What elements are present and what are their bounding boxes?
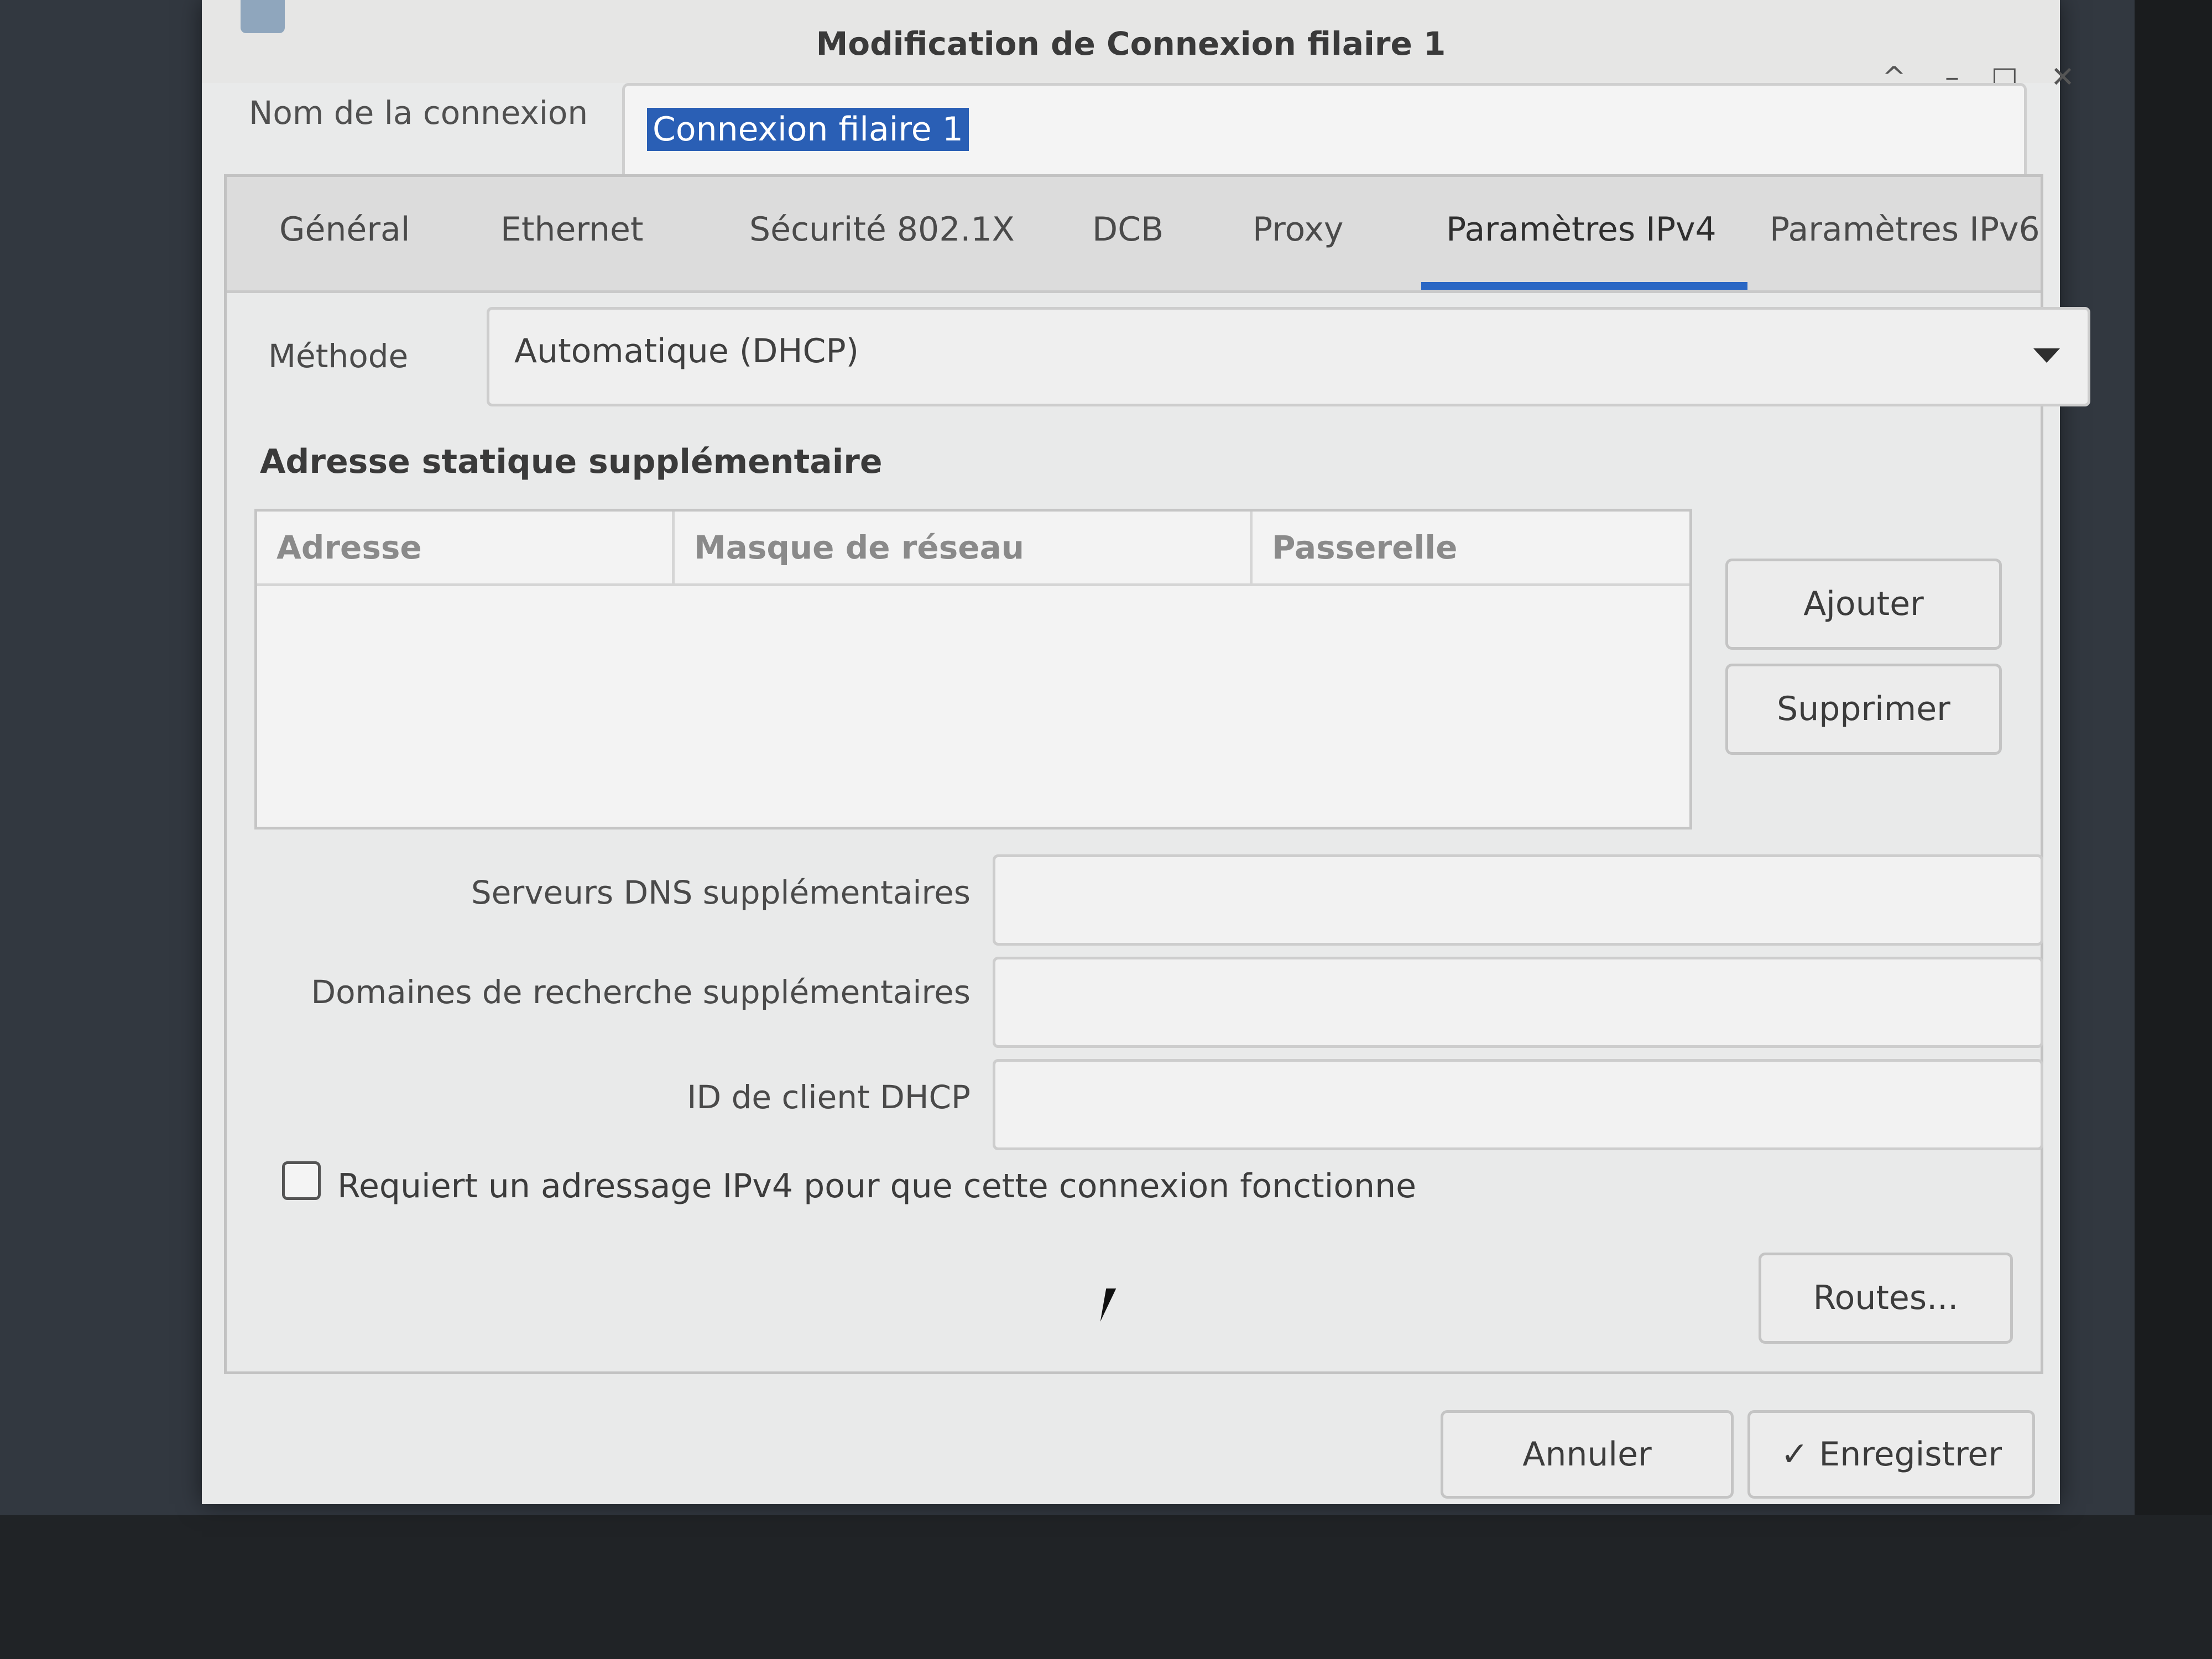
tab-bar: Général Ethernet Sécurité 802.1X DCB Pro… <box>227 177 2041 293</box>
require-ipv4-checkbox[interactable] <box>282 1161 321 1200</box>
static-address-title: Adresse statique supplémentaire <box>260 442 883 481</box>
tabs-panel: Général Ethernet Sécurité 802.1X DCB Pro… <box>224 174 2090 1374</box>
cancel-button[interactable]: Annuler <box>1441 1410 1734 1499</box>
static-address-table[interactable]: Adresse Masque de réseau Passerelle <box>254 509 1692 830</box>
save-button[interactable]: ✓ Enregistrer <box>1747 1410 2035 1499</box>
check-icon: ✓ <box>1780 1435 1809 1474</box>
active-tab-indicator <box>1421 282 1747 290</box>
method-label: Méthode <box>268 337 409 375</box>
dhcp-client-id-input[interactable] <box>993 1059 2043 1150</box>
desktop-background-bottom <box>0 1515 2212 1659</box>
column-netmask[interactable]: Masque de réseau <box>672 512 1250 583</box>
tab-proxy[interactable]: Proxy <box>1253 210 1343 249</box>
add-button[interactable]: Ajouter <box>1725 559 2002 650</box>
remove-button[interactable]: Supprimer <box>1725 664 2002 755</box>
tab-security-8021x[interactable]: Sécurité 802.1X <box>749 210 1015 249</box>
tab-ethernet[interactable]: Ethernet <box>500 210 643 249</box>
method-select[interactable]: Automatique (DHCP) <box>487 307 2090 406</box>
save-button-label: Enregistrer <box>1819 1435 2002 1474</box>
require-ipv4-label[interactable]: Requiert un adressage IPv4 pour que cett… <box>337 1167 1416 1206</box>
chevron-down-icon <box>2033 348 2060 363</box>
tab-ipv6[interactable]: Paramètres IPv6 <box>1770 210 2040 249</box>
column-gateway[interactable]: Passerelle <box>1250 512 1689 583</box>
dns-label: Serveurs DNS supplémentaires <box>471 874 971 911</box>
connection-name-value: Connexion filaire 1 <box>647 108 969 151</box>
search-domains-label: Domaines de recherche supplémentaires <box>311 973 971 1011</box>
title-bar[interactable]: Modification de Connexion filaire 1 ^ – … <box>202 0 2075 94</box>
window-title: Modification de Connexion filaire 1 <box>816 25 1446 62</box>
close-icon[interactable]: ✕ <box>2043 58 2082 97</box>
connection-name-label: Nom de la connexion <box>249 94 588 132</box>
dhcp-client-id-label: ID de client DHCP <box>687 1078 971 1116</box>
routes-button[interactable]: Routes... <box>1759 1253 2013 1344</box>
tab-ipv4[interactable]: Paramètres IPv4 <box>1446 210 1717 249</box>
column-address[interactable]: Adresse <box>257 512 672 583</box>
tab-general[interactable]: Général <box>279 210 410 249</box>
tab-dcb[interactable]: DCB <box>1092 210 1164 249</box>
desktop-background <box>2135 0 2212 1659</box>
connection-editor-window: Modification de Connexion filaire 1 ^ – … <box>202 0 2090 1504</box>
method-value: Automatique (DHCP) <box>514 332 859 371</box>
table-header: Adresse Masque de réseau Passerelle <box>257 512 1689 586</box>
search-domains-input[interactable] <box>993 957 2043 1048</box>
dns-input[interactable] <box>993 854 2043 946</box>
